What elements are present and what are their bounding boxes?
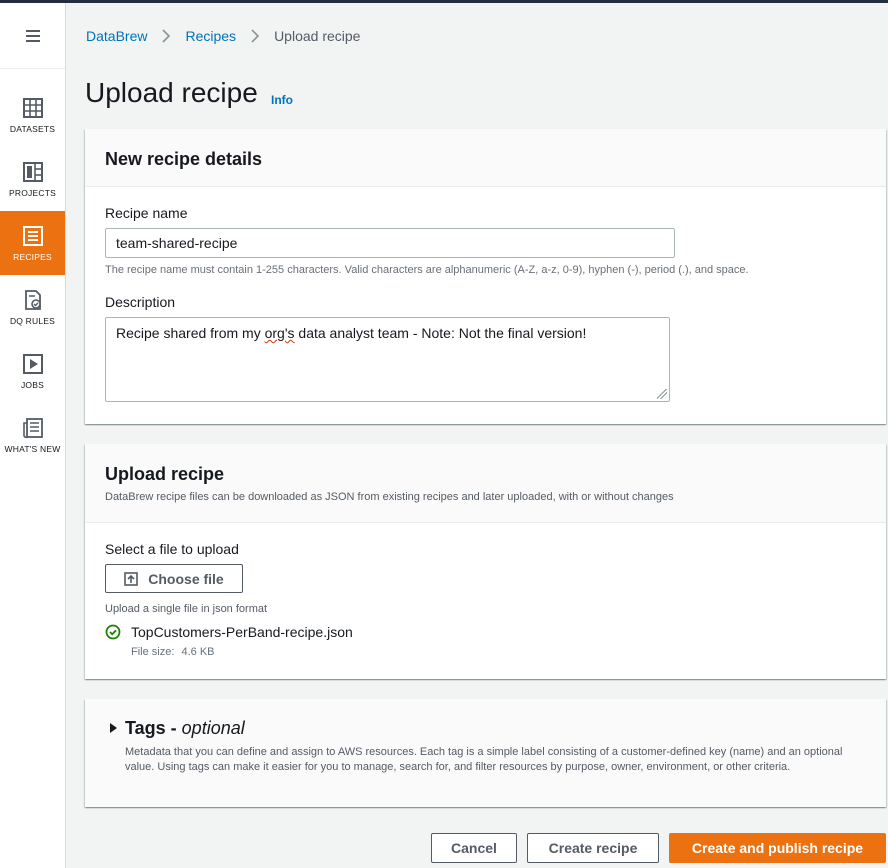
panel-header: Upload recipe DataBrew recipe files can … <box>85 444 886 523</box>
resize-handle-icon[interactable] <box>657 389 667 399</box>
nav-item-label: DQ RULES <box>9 315 56 326</box>
nav-item-label: RECIPES <box>13 251 52 262</box>
nav-item-dq-rules[interactable]: DQ RULES <box>0 275 65 339</box>
breadcrumb-link-databrew[interactable]: DataBrew <box>86 28 147 44</box>
newspaper-icon <box>22 417 43 438</box>
file-size-value: 4.6 KB <box>181 646 215 658</box>
nav-item-projects[interactable]: PROJECTS <box>0 147 65 211</box>
select-file-label: Select a file to upload <box>105 541 239 557</box>
recipe-name-hint: The recipe name must contain 1-255 chara… <box>105 264 749 276</box>
play-job-icon <box>22 353 43 374</box>
description-text: data analyst team - Note: Not the final … <box>294 325 587 341</box>
file-size: File size: 4.6 KB <box>131 646 215 658</box>
breadcrumb-link-recipes[interactable]: Recipes <box>185 28 236 44</box>
nav-item-label: DATASETS <box>9 123 56 134</box>
create-and-publish-button[interactable]: Create and publish recipe <box>669 833 886 863</box>
nav-item-label: PROJECTS <box>9 187 56 198</box>
panel-subtitle: DataBrew recipe files can be downloaded … <box>105 491 674 503</box>
nav-item-recipes[interactable]: RECIPES <box>0 211 65 275</box>
file-size-label: File size: <box>131 646 175 658</box>
tags-heading-optional: optional <box>181 718 245 738</box>
dq-rules-icon <box>24 289 41 310</box>
description-textarea[interactable]: Recipe shared from my org's data analyst… <box>105 317 670 402</box>
cancel-button[interactable]: Cancel <box>431 833 517 863</box>
uploaded-file-name: TopCustomers-PerBand-recipe.json <box>131 624 353 640</box>
panel-body: Recipe name team-shared-recipe The recip… <box>85 187 886 402</box>
upload-icon <box>124 571 139 586</box>
success-check-icon <box>105 624 121 640</box>
description-label: Description <box>105 294 176 310</box>
page-title: Upload recipe <box>85 77 258 108</box>
upload-hint: Upload a single file in json format <box>105 603 268 615</box>
panel-body: Select a file to upload Choose file Uplo… <box>85 523 886 679</box>
nav-item-whats-new[interactable]: WHAT'S NEW <box>0 403 65 467</box>
recipe-name-input[interactable]: team-shared-recipe <box>105 228 675 258</box>
panel-heading: New recipe details <box>105 149 263 169</box>
recipe-name-label: Recipe name <box>105 205 188 221</box>
project-grid-icon <box>22 161 43 182</box>
table-grid-icon <box>22 97 43 118</box>
panel-heading: Upload recipe <box>105 464 225 484</box>
chevron-right-icon <box>162 29 171 43</box>
tags-heading-text: Tags - <box>125 718 182 738</box>
create-recipe-button[interactable]: Create recipe <box>527 833 659 863</box>
choose-file-label: Choose file <box>148 570 224 587</box>
recipe-list-icon <box>22 225 43 246</box>
tags-description: Metadata that you can define and assign … <box>125 746 843 773</box>
tags-panel: Tags - optional Metadata that you can de… <box>85 699 886 807</box>
main-content: DataBrew Recipes Upload recipe Upload re… <box>66 3 888 868</box>
recipe-details-panel: New recipe details Recipe name team-shar… <box>85 129 886 424</box>
chevron-right-icon <box>251 29 260 43</box>
hamburger-menu-icon <box>25 30 40 42</box>
breadcrumb-current: Upload recipe <box>274 28 361 44</box>
side-navigation: DATASETS PROJECTS RECIPES DQ RULES JOBS … <box>0 3 66 868</box>
nav-item-label: WHAT'S NEW <box>4 443 61 454</box>
upload-recipe-panel: Upload recipe DataBrew recipe files can … <box>85 444 886 679</box>
nav-item-datasets[interactable]: DATASETS <box>0 83 65 147</box>
nav-item-label: JOBS <box>20 379 44 390</box>
caret-right-icon[interactable] <box>108 723 118 733</box>
nav-item-jobs[interactable]: JOBS <box>0 339 65 403</box>
panel-header: New recipe details <box>85 129 886 187</box>
menu-button[interactable] <box>0 3 65 69</box>
spellcheck-word: org's <box>264 325 295 341</box>
info-link[interactable]: Info <box>271 93 293 107</box>
description-text: Recipe shared from my <box>116 325 265 341</box>
choose-file-button[interactable]: Choose file <box>105 564 243 593</box>
tags-heading[interactable]: Tags - optional <box>125 718 245 739</box>
breadcrumb: DataBrew Recipes Upload recipe <box>86 28 360 44</box>
